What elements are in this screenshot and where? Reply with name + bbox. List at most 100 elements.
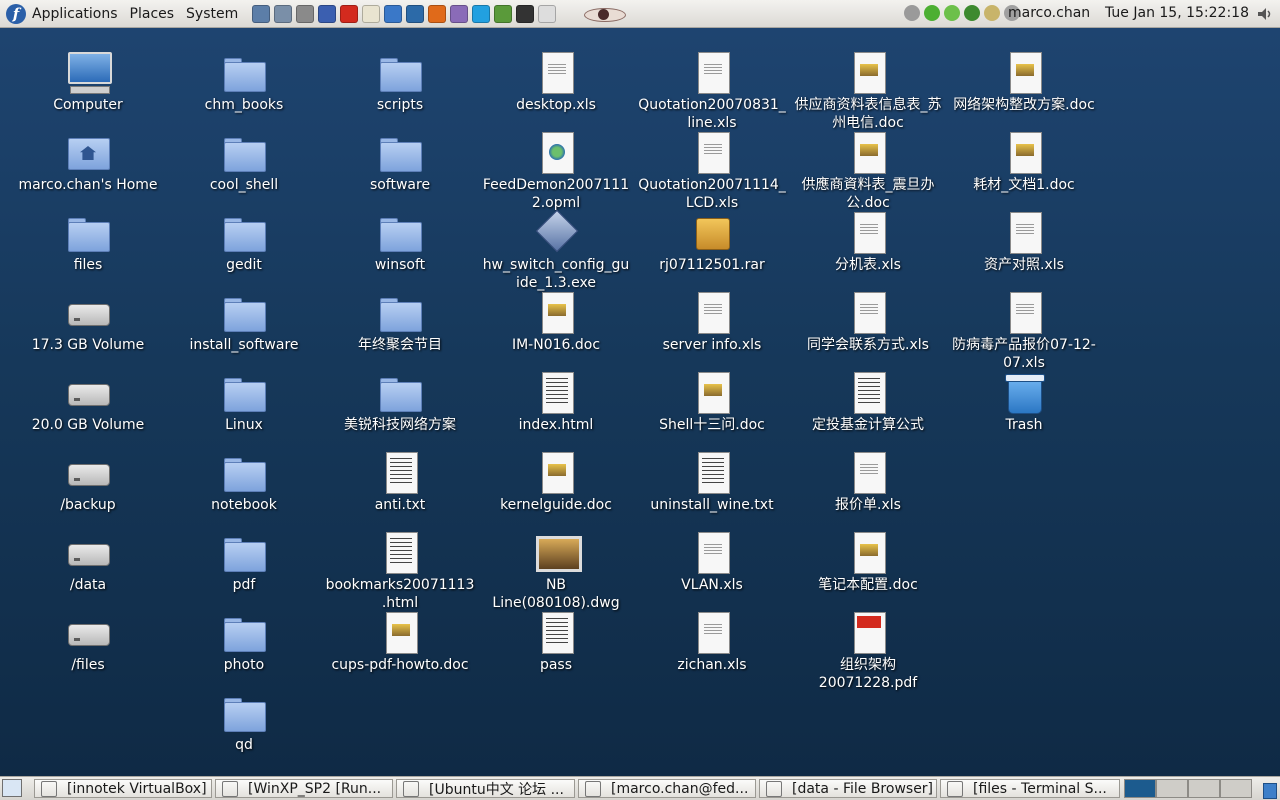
settings-icon[interactable] xyxy=(538,4,557,23)
desktop-icon[interactable]: Quotation20070831_line.xls xyxy=(637,50,787,132)
taskbar-button[interactable]: [WinXP_SP2 [Run... xyxy=(215,779,393,798)
keyboard-tray-icon[interactable] xyxy=(984,5,1000,21)
trash-applet-icon[interactable] xyxy=(1260,779,1278,799)
chat-tray-icon[interactable] xyxy=(924,5,940,21)
fedora-logo-icon[interactable]: f xyxy=(6,3,26,24)
network-icon[interactable] xyxy=(274,4,293,23)
desktop-icon[interactable]: zichan.xls xyxy=(637,610,787,674)
folder-icon xyxy=(376,290,424,334)
desktop-icon[interactable]: Quotation20071114_LCD.xls xyxy=(637,130,787,212)
desktop-icon[interactable]: install_software xyxy=(169,290,319,354)
desktop-icon[interactable]: /backup xyxy=(13,450,163,514)
desktop-icon[interactable]: pdf xyxy=(169,530,319,594)
desktop-icon[interactable]: gedit xyxy=(169,210,319,274)
chart-icon[interactable] xyxy=(384,4,403,23)
desktop-icon[interactable]: 笔记本配置.doc xyxy=(793,530,943,594)
mail-tray-icon[interactable] xyxy=(904,5,920,21)
desktop-icon[interactable]: IM-N016.doc xyxy=(481,290,631,354)
desktop-icon[interactable]: desktop.xls xyxy=(481,50,631,114)
server-icon[interactable] xyxy=(296,4,315,23)
document-icon xyxy=(688,130,736,174)
desktop-icon[interactable]: 美锐科技网络方案 xyxy=(325,370,475,434)
desktop-icon[interactable]: /files xyxy=(13,610,163,674)
desktop-icon[interactable]: Shell十三问.doc xyxy=(637,370,787,434)
desktop-icon[interactable]: files xyxy=(13,210,163,274)
desktop-icon[interactable]: index.html xyxy=(481,370,631,434)
desktop-icon[interactable]: Linux xyxy=(169,370,319,434)
desktop-icon[interactable]: cool_shell xyxy=(169,130,319,194)
document-icon xyxy=(532,610,580,654)
pidgin-icon[interactable] xyxy=(450,4,469,23)
desktop-icon[interactable]: 20.0 GB Volume xyxy=(13,370,163,434)
desktop-icon[interactable]: kernelguide.doc xyxy=(481,450,631,514)
taskbar-button-label: [innotek VirtualBox] xyxy=(67,780,207,797)
terminal-icon[interactable] xyxy=(516,4,535,23)
desktop-icon[interactable]: 定投基金计算公式 xyxy=(793,370,943,434)
desktop-icon[interactable]: 耗材_文档1.doc xyxy=(949,130,1099,194)
desktop-icon[interactable]: qd xyxy=(169,690,319,754)
desktop-icon[interactable]: 供应商资料表信息表_苏州电信.doc xyxy=(793,50,943,132)
workspace-1[interactable] xyxy=(1124,779,1156,798)
desktop-icon[interactable]: rj07112501.rar xyxy=(637,210,787,274)
desktop-icon[interactable]: Computer xyxy=(13,50,163,114)
desktop-icon[interactable]: 组织架构20071228.pdf xyxy=(793,610,943,692)
desktop-icon[interactable]: notebook xyxy=(169,450,319,514)
show-desktop-button[interactable] xyxy=(2,779,22,797)
desktop-icon[interactable]: 报价单.xls xyxy=(793,450,943,514)
desktop-icon[interactable]: photo xyxy=(169,610,319,674)
desktop-icon[interactable]: 分机表.xls xyxy=(793,210,943,274)
desktop-icon[interactable]: 供應商資料表_震旦办公.doc xyxy=(793,130,943,212)
desktop-icon[interactable]: 网络架构整改方案.doc xyxy=(949,50,1099,114)
thunderbird-icon[interactable] xyxy=(406,4,425,23)
desktop-icon[interactable]: hw_switch_config_guide_1.3.exe xyxy=(481,210,631,292)
workspace-2[interactable] xyxy=(1156,779,1188,798)
desktop-icon[interactable]: marco.chan's Home xyxy=(13,130,163,194)
desktop-icon[interactable]: server info.xls xyxy=(637,290,787,354)
monitor-icon[interactable] xyxy=(252,4,271,23)
desktop-icon[interactable]: 资产对照.xls xyxy=(949,210,1099,274)
desktop-icon[interactable]: 年终聚会节目 xyxy=(325,290,475,354)
user-name[interactable]: marco.chan xyxy=(1008,5,1090,21)
taskbar-button[interactable]: [marco.chan@fed... xyxy=(578,779,756,798)
desktop-icon[interactable]: chm_books xyxy=(169,50,319,114)
taskbar-button[interactable]: [files - Terminal S... xyxy=(940,779,1120,798)
desktop-icon[interactable]: anti.txt xyxy=(325,450,475,514)
desktop-icon-label: chm_books xyxy=(204,97,284,113)
globe-icon[interactable] xyxy=(318,4,337,23)
desktop-icon[interactable]: FeedDemon20071112.opml xyxy=(481,130,631,212)
desktop[interactable]: Computer marco.chan's Home files 17.3 GB Vo… xyxy=(0,28,1280,776)
text-editor-icon[interactable] xyxy=(362,4,381,23)
menu-applications[interactable]: Applications xyxy=(32,6,118,22)
volume-icon[interactable] xyxy=(1257,6,1273,22)
desktop-icon[interactable]: NB Line(080108).dwg xyxy=(481,530,631,612)
document-icon xyxy=(1000,50,1048,94)
desktop-icon[interactable]: 17.3 GB Volume xyxy=(13,290,163,354)
pdf-reader-icon[interactable] xyxy=(340,4,359,23)
update-tray-icon[interactable] xyxy=(964,5,980,21)
workspace-4[interactable] xyxy=(1220,779,1252,798)
taskbar-button[interactable]: [data - File Browser] xyxy=(759,779,937,798)
taskbar-button[interactable]: [innotek VirtualBox] xyxy=(34,779,212,798)
desktop-icon[interactable]: 同学会联系方式.xls xyxy=(793,290,943,354)
desktop-icon-label: server info.xls xyxy=(662,337,762,353)
desktop-icon[interactable]: scripts xyxy=(325,50,475,114)
desktop-icon[interactable]: winsoft xyxy=(325,210,475,274)
dictionary-icon[interactable] xyxy=(494,4,513,23)
desktop-icon[interactable]: uninstall_wine.txt xyxy=(637,450,787,514)
menu-system[interactable]: System xyxy=(186,6,238,22)
workspace-3[interactable] xyxy=(1188,779,1220,798)
firefox-icon[interactable] xyxy=(428,4,447,23)
desktop-icon[interactable]: bookmarks20071113.html xyxy=(325,530,475,612)
desktop-icon[interactable]: pass xyxy=(481,610,631,674)
status-tray-icon[interactable] xyxy=(944,5,960,21)
desktop-icon[interactable]: Trash xyxy=(949,370,1099,434)
taskbar-button[interactable]: [Ubuntu中文 论坛 ... xyxy=(396,779,575,798)
skype-icon[interactable] xyxy=(472,4,491,23)
desktop-icon[interactable]: 防病毒产品报价07-12-07.xls xyxy=(949,290,1099,372)
desktop-icon[interactable]: software xyxy=(325,130,475,194)
desktop-icon[interactable]: /data xyxy=(13,530,163,594)
menu-places[interactable]: Places xyxy=(130,6,175,22)
desktop-icon[interactable]: VLAN.xls xyxy=(637,530,787,594)
clock[interactable]: Tue Jan 15, 15:22:18 xyxy=(1105,5,1249,21)
desktop-icon[interactable]: cups-pdf-howto.doc xyxy=(325,610,475,674)
